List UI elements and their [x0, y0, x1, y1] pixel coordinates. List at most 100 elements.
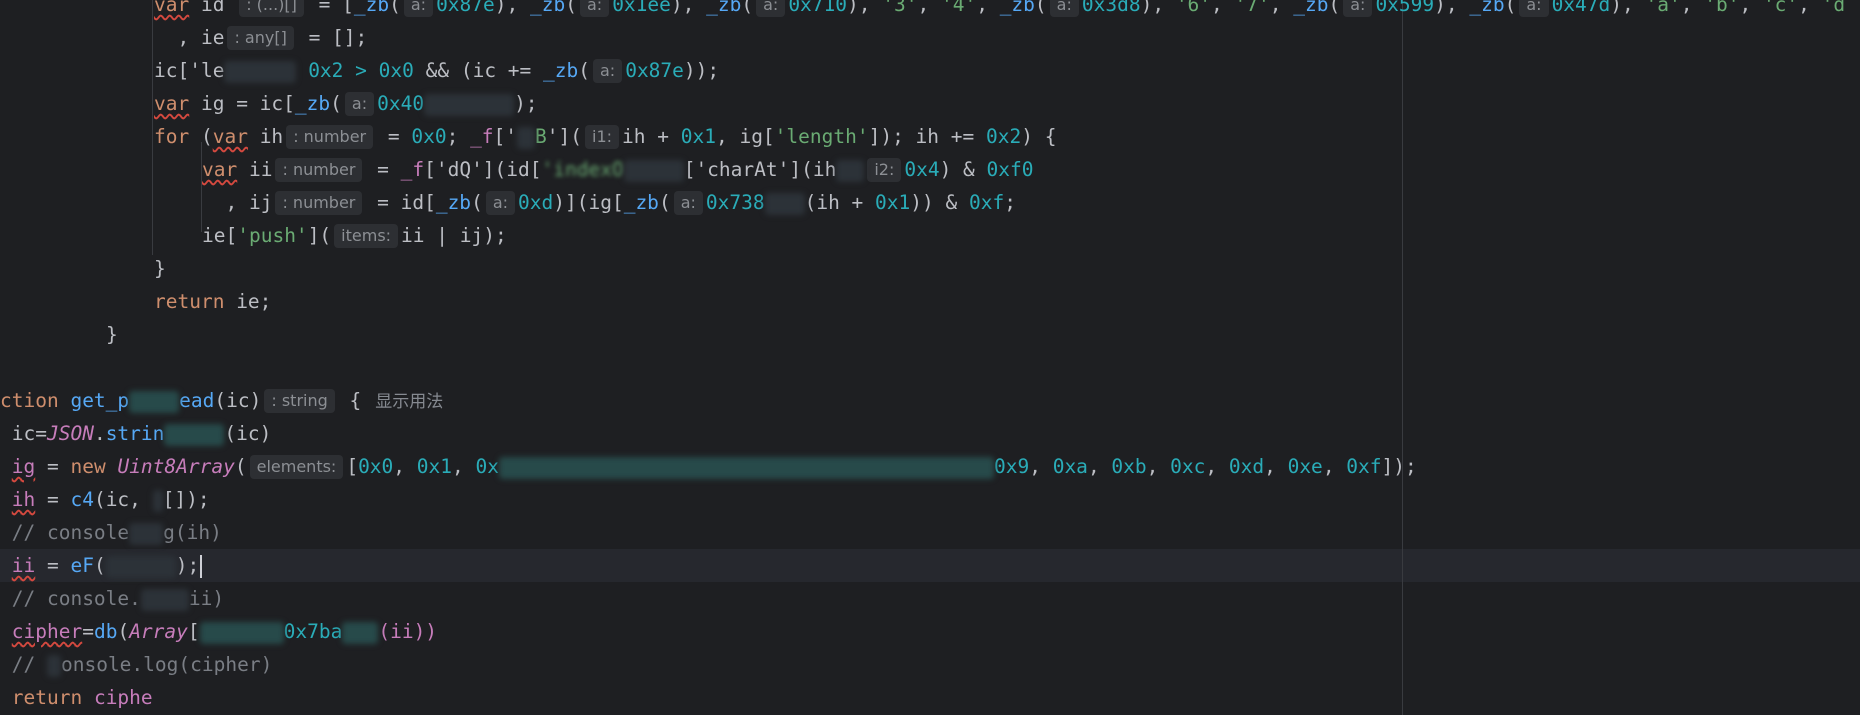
- comment: //: [11, 653, 47, 676]
- number: 0x47d: [1551, 0, 1611, 16]
- code-line[interactable]: return ciphe: [0, 681, 153, 714]
- redacted-block: [140, 588, 189, 611]
- code-line[interactable]: ie['push'](items: ii | ij);: [202, 219, 507, 252]
- number: 0xc: [1170, 455, 1206, 478]
- punct: (: [234, 455, 247, 478]
- punct: (: [471, 191, 483, 214]
- punct: ),: [1610, 0, 1646, 16]
- comment: // console: [11, 521, 130, 544]
- show-usages-link[interactable]: 显示用法: [375, 392, 443, 412]
- redacted-block: [836, 159, 865, 182]
- punct: ,: [1322, 455, 1347, 478]
- type-hint: : number: [286, 125, 374, 149]
- keyword: var: [212, 125, 248, 148]
- number: 0x87e: [625, 59, 684, 82]
- right-margin-guide: [1402, 0, 1403, 715]
- identifier: _f: [470, 125, 494, 148]
- code-line[interactable]: var ig = ic[_zb(a: 0x40);: [154, 87, 538, 120]
- punct: ,: [1146, 455, 1171, 478]
- operator: &: [945, 191, 969, 214]
- punct: ),: [847, 0, 883, 16]
- function-call: _zb: [530, 0, 566, 16]
- redacted-block: [517, 126, 536, 149]
- identifier: ciphe: [93, 686, 153, 709]
- function-call: _zb: [294, 92, 331, 115]
- redacted-block: [498, 456, 994, 479]
- punct: '](: [546, 125, 583, 148]
- string: '7': [1234, 0, 1270, 16]
- punct: }: [154, 257, 166, 280]
- identifier: ic['le: [154, 59, 225, 82]
- code-line[interactable]: return ie;: [154, 285, 271, 318]
- code-editor[interactable]: var id : (...)[] = [_zb(a: 0x87e), _zb(a:…: [0, 0, 1860, 715]
- function-call: eF: [70, 554, 94, 577]
- punct: (: [389, 0, 401, 16]
- punct: [106, 455, 118, 478]
- code-line[interactable]: ii = eF();: [0, 549, 203, 582]
- code-line[interactable]: ih = c4(ic, []);: [0, 483, 210, 516]
- redacted-block: [129, 522, 164, 545]
- operator: =: [35, 455, 71, 478]
- punct: []);: [162, 488, 210, 511]
- code-line[interactable]: , ie: any[] = [];: [154, 21, 367, 54]
- code-line[interactable]: }: [106, 318, 118, 351]
- redacted-block: [105, 555, 176, 578]
- code-line[interactable]: }: [154, 252, 166, 285]
- identifier: (ii)): [378, 620, 438, 643]
- code-line[interactable]: ic=JSON.strin (ic): [0, 417, 271, 450]
- code-line[interactable]: for (var ih: number = 0x0; _f[' B'](i1: ih…: [154, 120, 1056, 153]
- identifier: id: [189, 0, 237, 16]
- type-hint: : string: [264, 389, 335, 413]
- punct: ,: [452, 455, 476, 478]
- code-line[interactable]: cipher=db(Array[0x7ba (ii)): [0, 615, 437, 648]
- punct: (: [189, 125, 213, 148]
- function-call: _zb: [1469, 0, 1505, 16]
- identifier: cipher: [11, 620, 83, 643]
- redacted-block: [424, 93, 515, 116]
- code-line[interactable]: ic['le 0x2 > 0x0 && (ic += _zb(a: 0x87e))…: [154, 54, 719, 87]
- param-hint: a:: [344, 92, 375, 116]
- punct: [': [493, 125, 518, 148]
- number: 0x: [475, 455, 499, 478]
- code-line[interactable]: // console. ii): [0, 582, 224, 615]
- identifier: (ic): [224, 422, 272, 445]
- keyword: var: [154, 92, 190, 115]
- punct: ['charAt'](ih: [683, 158, 837, 181]
- param-hint: items:: [334, 224, 399, 248]
- identifier: ie;: [224, 290, 272, 313]
- punct: ](: [307, 224, 332, 247]
- number: 0x87e: [436, 0, 495, 16]
- param-hint: elements:: [249, 455, 344, 479]
- code-line[interactable]: ction get_p ead(ic): string {显示用法: [0, 384, 443, 417]
- function-name: ead: [179, 389, 215, 412]
- code-line[interactable]: var id : (...)[] = [_zb(a: 0x87e), _zb(a:…: [154, 0, 1845, 21]
- number: 0x0: [358, 455, 394, 478]
- operator: = id[: [365, 191, 436, 214]
- class-name: Array: [129, 620, 188, 643]
- identifier: ih +: [622, 125, 681, 148]
- identifier: ih: [247, 125, 284, 148]
- text-caret: [200, 555, 203, 578]
- number: 0x1ee: [612, 0, 671, 16]
- operator: =: [35, 554, 71, 577]
- comment: ii): [188, 587, 225, 610]
- punct: [59, 389, 71, 412]
- punct: [: [187, 620, 200, 643]
- string: 'c': [1762, 0, 1799, 16]
- code-line[interactable]: ig = new Uint8Array(elements: [0x0, 0x1, …: [0, 450, 1417, 483]
- number: 0x7ba: [283, 620, 343, 643]
- string: 'a': [1645, 0, 1681, 16]
- code-line[interactable]: // console g(ih): [0, 516, 222, 549]
- number: 0x3d8: [1081, 0, 1141, 16]
- code-line[interactable]: // onsole.log(cipher): [0, 648, 272, 681]
- code-line[interactable]: var ii: number = _f['dQ'](id['indexO ['ch…: [202, 153, 1034, 186]
- operator: ) &: [939, 158, 987, 181]
- identifier: ie[: [202, 224, 238, 247]
- number: 0xf0: [986, 158, 1034, 181]
- type-hint: : number: [275, 158, 363, 182]
- number: 0x40: [377, 92, 425, 115]
- identifier: , ij: [202, 191, 273, 214]
- operator: = [: [306, 0, 354, 16]
- code-line[interactable]: , ij: number = id[_zb(a: 0xd)](ig[_zb(a: 0…: [202, 186, 1016, 219]
- param-hint: i2:: [867, 158, 902, 182]
